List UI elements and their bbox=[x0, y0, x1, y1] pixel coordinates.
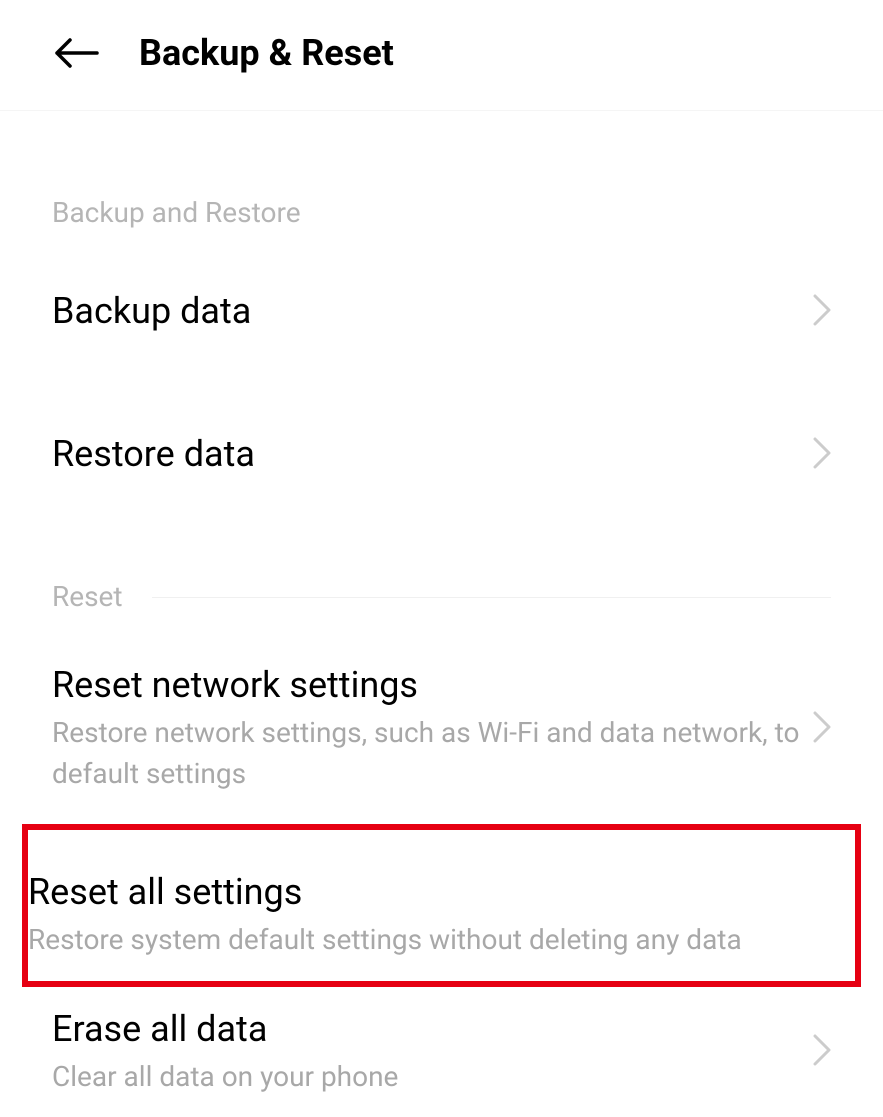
erase-all-subtitle: Clear all data on your phone bbox=[52, 1057, 803, 1098]
header-bar: Backup & Reset bbox=[0, 0, 883, 111]
restore-data-title: Restore data bbox=[52, 432, 803, 477]
restore-data-item[interactable]: Restore data bbox=[52, 382, 831, 495]
chevron-right-icon bbox=[813, 711, 831, 747]
reset-network-item[interactable]: Reset network settings Restore network s… bbox=[52, 623, 831, 814]
section-header-reset: Reset bbox=[52, 495, 831, 623]
back-button[interactable] bbox=[55, 35, 99, 71]
reset-all-subtitle: Restore system default settings without … bbox=[28, 920, 855, 961]
arrow-left-icon bbox=[55, 38, 99, 68]
content-area: Backup and Restore Backup data Restore d… bbox=[0, 111, 883, 1117]
page-title: Backup & Reset bbox=[139, 32, 394, 74]
chevron-right-icon bbox=[813, 1034, 831, 1070]
reset-all-item[interactable]: Reset all settings Restore system defaul… bbox=[22, 824, 861, 987]
chevron-right-icon bbox=[813, 294, 831, 330]
backup-data-item[interactable]: Backup data bbox=[52, 239, 831, 352]
section-header-backup: Backup and Restore bbox=[52, 111, 831, 239]
reset-network-title: Reset network settings bbox=[52, 663, 803, 708]
reset-network-subtitle: Restore network settings, such as Wi-Fi … bbox=[52, 713, 803, 794]
chevron-right-icon bbox=[813, 437, 831, 473]
erase-all-item[interactable]: Erase all data Clear all data on your ph… bbox=[52, 989, 831, 1117]
erase-all-title: Erase all data bbox=[52, 1007, 803, 1052]
reset-all-title: Reset all settings bbox=[28, 870, 855, 915]
backup-data-title: Backup data bbox=[52, 289, 803, 334]
